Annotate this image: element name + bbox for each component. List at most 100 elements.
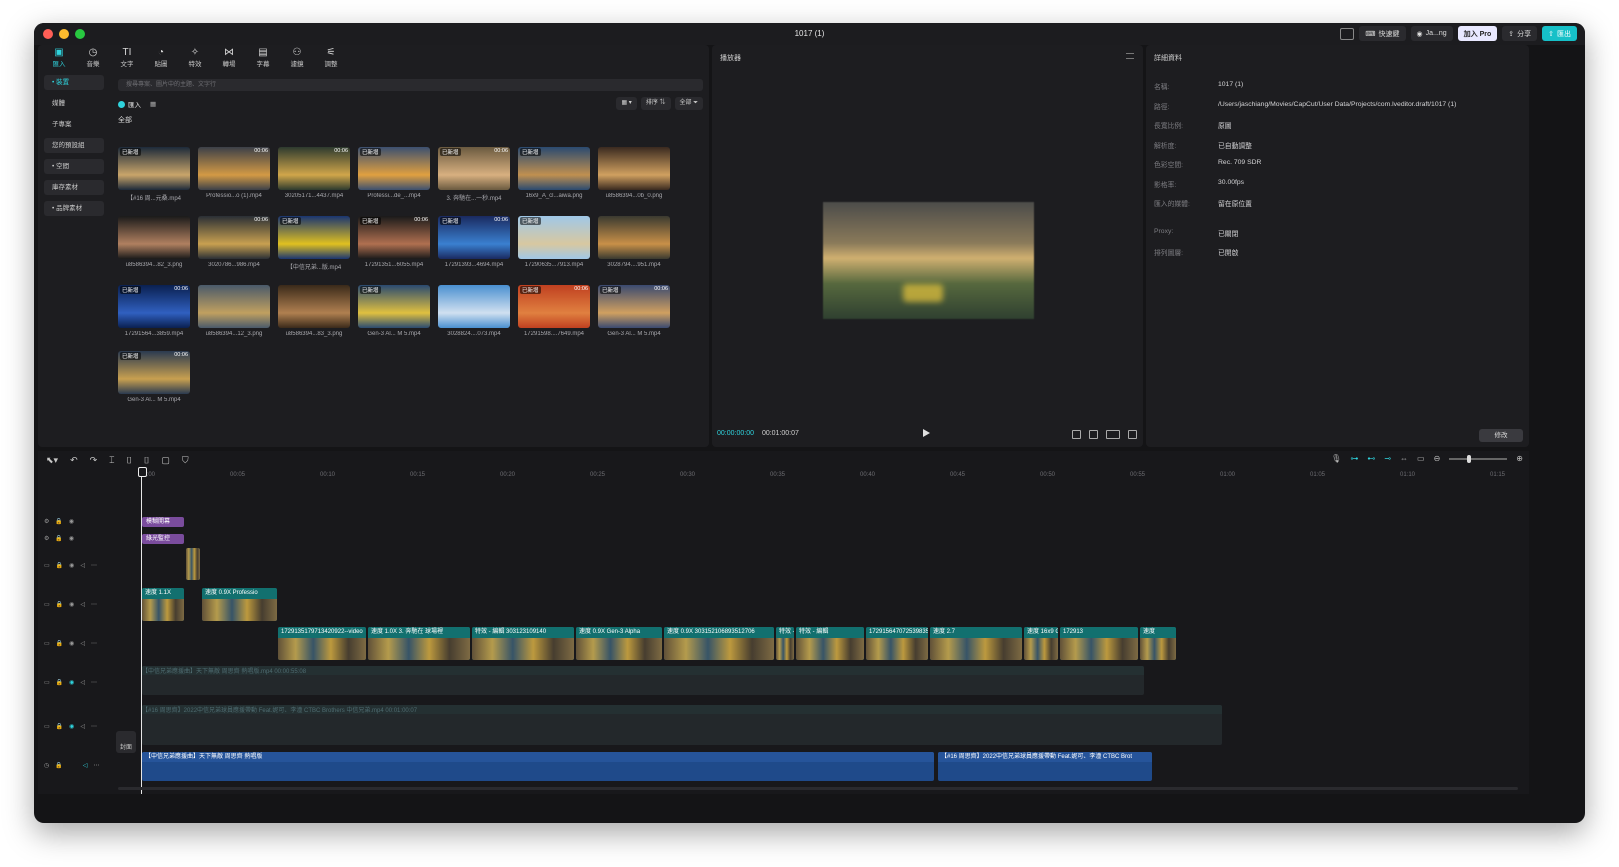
sidebar-item[interactable]: 媒體 <box>44 96 104 111</box>
user-button[interactable]: ◉ Ja...ng <box>1410 26 1453 41</box>
eye-icon[interactable]: ◉ <box>69 562 74 569</box>
edit-button[interactable]: 修改 <box>1479 429 1523 442</box>
eye-icon[interactable]: ◉ <box>69 723 74 730</box>
lock-icon[interactable]: 🔒 <box>56 679 63 686</box>
video-clip[interactable]: 1729156470725398356--vid <box>866 627 928 660</box>
shield-icon[interactable]: ⛉ <box>182 455 189 466</box>
redo-icon[interactable]: ↷ <box>90 455 98 466</box>
undo-icon[interactable]: ↶ <box>70 455 78 466</box>
audio-icon[interactable]: ◁ <box>83 762 88 769</box>
ratio-icon[interactable] <box>1106 430 1120 439</box>
crop-icon[interactable] <box>1072 430 1081 439</box>
zoom-in-icon[interactable]: ⊕ <box>1516 454 1523 463</box>
media-item[interactable]: 已新增 00:06 3. 奔馳在...一秒.mp4 <box>438 147 510 202</box>
select-tool-icon[interactable]: ⬉▾ <box>46 455 58 466</box>
play-icon[interactable] <box>923 429 930 437</box>
more-icon[interactable]: ⋯ <box>91 640 97 647</box>
media-item[interactable]: u8586394...83_3.png <box>278 285 350 337</box>
video-clip[interactable] <box>186 548 200 580</box>
video-clip-disabled[interactable]: 【#16 周思齊】2022中信兄弟球員應援帶動 Feat.妮可、李潼 CTBC … <box>142 705 1222 745</box>
eye-icon[interactable]: ◉ <box>69 601 74 608</box>
lock-icon[interactable]: 🔒 <box>55 518 62 525</box>
timeline-scrollbar[interactable] <box>118 787 1518 790</box>
sidebar-item[interactable]: 子專案 <box>44 117 104 132</box>
zoom-slider[interactable] <box>1449 454 1508 463</box>
lock-icon[interactable]: 🔒 <box>55 535 62 542</box>
audio-icon[interactable]: ◁ <box>80 723 85 730</box>
lock-icon[interactable]: 🔒 <box>56 601 63 608</box>
zoom-out-icon[interactable]: ⊖ <box>1434 454 1441 463</box>
sidebar-item[interactable]: • 空間 <box>44 159 104 174</box>
video-clip[interactable]: 172913 <box>1060 627 1138 660</box>
sort-button[interactable]: 排序 ⇅ <box>640 97 671 110</box>
fullscreen-icon[interactable] <box>1128 430 1137 439</box>
eye-icon[interactable]: ◉ <box>69 518 74 525</box>
media-item[interactable]: 已新增 【中信兄弟...版.mp4 <box>278 216 350 271</box>
sidebar-item[interactable]: • 品牌素材 <box>44 201 104 216</box>
sidebar-item[interactable]: 您的預設組 <box>44 138 104 153</box>
media-item[interactable]: 00:06 Professio...o (1).mp4 <box>198 147 270 202</box>
media-item[interactable]: 已新增 00:06 17291598....7649.mp4 <box>518 285 590 337</box>
sidebar-item[interactable]: 庫存素材 <box>44 180 104 195</box>
media-item[interactable]: 已新增 Professi...de_...mp4 <box>358 147 430 202</box>
split-right-icon[interactable]: ⌷ <box>144 455 149 466</box>
video-clip[interactable]: 17291351797134209​22--video <box>278 627 366 660</box>
lock-icon[interactable]: 🔒 <box>55 762 62 769</box>
audio-clip[interactable]: 【中信兄弟應援曲】天下無敵 周思齊 熱唱版 <box>142 752 934 781</box>
grid-view-icon[interactable]: ▦ <box>150 100 156 108</box>
import-button[interactable]: 匯入 ▦ <box>118 99 156 109</box>
media-item[interactable]: u8586394...0b_0.png <box>598 147 670 202</box>
more-icon[interactable]: ⋯ <box>91 601 97 608</box>
video-clip[interactable]: 特效 - 編輯 303123109140 <box>472 627 574 660</box>
search-input[interactable]: 搜尋專案、圖片中的主題、文字行 <box>118 79 703 91</box>
join-pro-button[interactable]: 加入 Pro <box>1457 26 1498 41</box>
delete-icon[interactable]: ▢ <box>161 455 170 466</box>
media-item[interactable]: 已新增 00:06 17291564...3859.mp4 <box>118 285 190 337</box>
effect-clip[interactable]: 綠光監控 <box>142 534 184 544</box>
media-item[interactable]: 已新增 00:06 Gen-3 Al... M 5.mp4 <box>118 351 190 403</box>
video-clip[interactable]: 速度 <box>1140 627 1176 660</box>
media-item[interactable]: 已新增 16x9_A_cl...aiwa.png <box>518 147 590 202</box>
video-clip[interactable]: 速度 16x9 Gen-3 Al <box>1024 627 1058 660</box>
tool-import[interactable]: ▣ 匯入 <box>42 45 76 71</box>
media-item[interactable]: 已新增 Gen-3 Al... M 5.mp4 <box>358 285 430 337</box>
media-item[interactable]: 00:06 3020786...986.mp4 <box>198 216 270 271</box>
export-button[interactable]: ⇧ 匯出 <box>1542 26 1577 41</box>
cover-button[interactable]: 封面 <box>116 731 136 753</box>
video-clip[interactable]: 速度 0.9X Gen-3 Alpha <box>576 627 662 660</box>
view-mode-button[interactable]: ▦ ▾ <box>616 97 637 110</box>
video-preview[interactable] <box>823 202 1034 319</box>
media-item[interactable]: 已新增 00:06 17291393...4694.mp4 <box>438 216 510 271</box>
preview-axis-icon[interactable]: ⊸ <box>1384 454 1391 463</box>
tool-music[interactable]: ◷ 音樂 <box>76 45 110 71</box>
video-clip[interactable]: 速度 0.9X 303152106893512706 <box>664 627 774 660</box>
video-clip[interactable]: 速度 0.9X Professio <box>202 588 277 621</box>
shortcuts-button[interactable]: ⌨ 快速鍵 <box>1359 26 1406 41</box>
tool-caption[interactable]: ▤ 字幕 <box>246 45 280 71</box>
lock-icon[interactable]: 🔒 <box>56 562 63 569</box>
split-left-icon[interactable]: ⌷ <box>127 455 132 466</box>
align-icon[interactable]: ⇔ <box>1400 454 1408 463</box>
media-item[interactable]: u8586394...82_3.png <box>118 216 190 271</box>
media-item[interactable]: 已新增 17290635...7913.mp4 <box>518 216 590 271</box>
sidebar-item[interactable]: • 裝置 <box>44 75 104 90</box>
media-item[interactable]: u8586394...12_3.png <box>198 285 270 337</box>
share-button[interactable]: ⇪ 分享 <box>1502 26 1538 41</box>
effect-clip[interactable]: 模糊開幕 <box>142 517 184 527</box>
media-item[interactable]: 3028794....951.mp4 <box>598 216 670 271</box>
audio-icon[interactable]: ◁ <box>80 679 85 686</box>
magnet-icon[interactable]: ⊶ <box>1350 454 1358 463</box>
eye-icon[interactable]: ◉ <box>69 640 74 647</box>
video-clip[interactable]: 速度 2.7 <box>930 627 1022 660</box>
video-clip[interactable]: 速度 1.1X <box>142 588 184 621</box>
menu-icon[interactable] <box>1126 53 1134 59</box>
tool-effects[interactable]: ✧ 特效 <box>178 45 212 71</box>
more-icon[interactable]: ⋯ <box>91 679 97 686</box>
tool-transition[interactable]: ⋈ 轉場 <box>212 45 246 71</box>
more-icon[interactable]: ⋯ <box>93 762 99 769</box>
filter-button[interactable]: 全部 ⏷ <box>674 97 703 110</box>
link-icon[interactable]: ⊷ <box>1367 454 1375 463</box>
tool-filter[interactable]: ⚇ 濾鏡 <box>280 45 314 71</box>
eye-icon[interactable]: ◉ <box>69 535 74 542</box>
more-icon[interactable]: ⋯ <box>91 562 97 569</box>
